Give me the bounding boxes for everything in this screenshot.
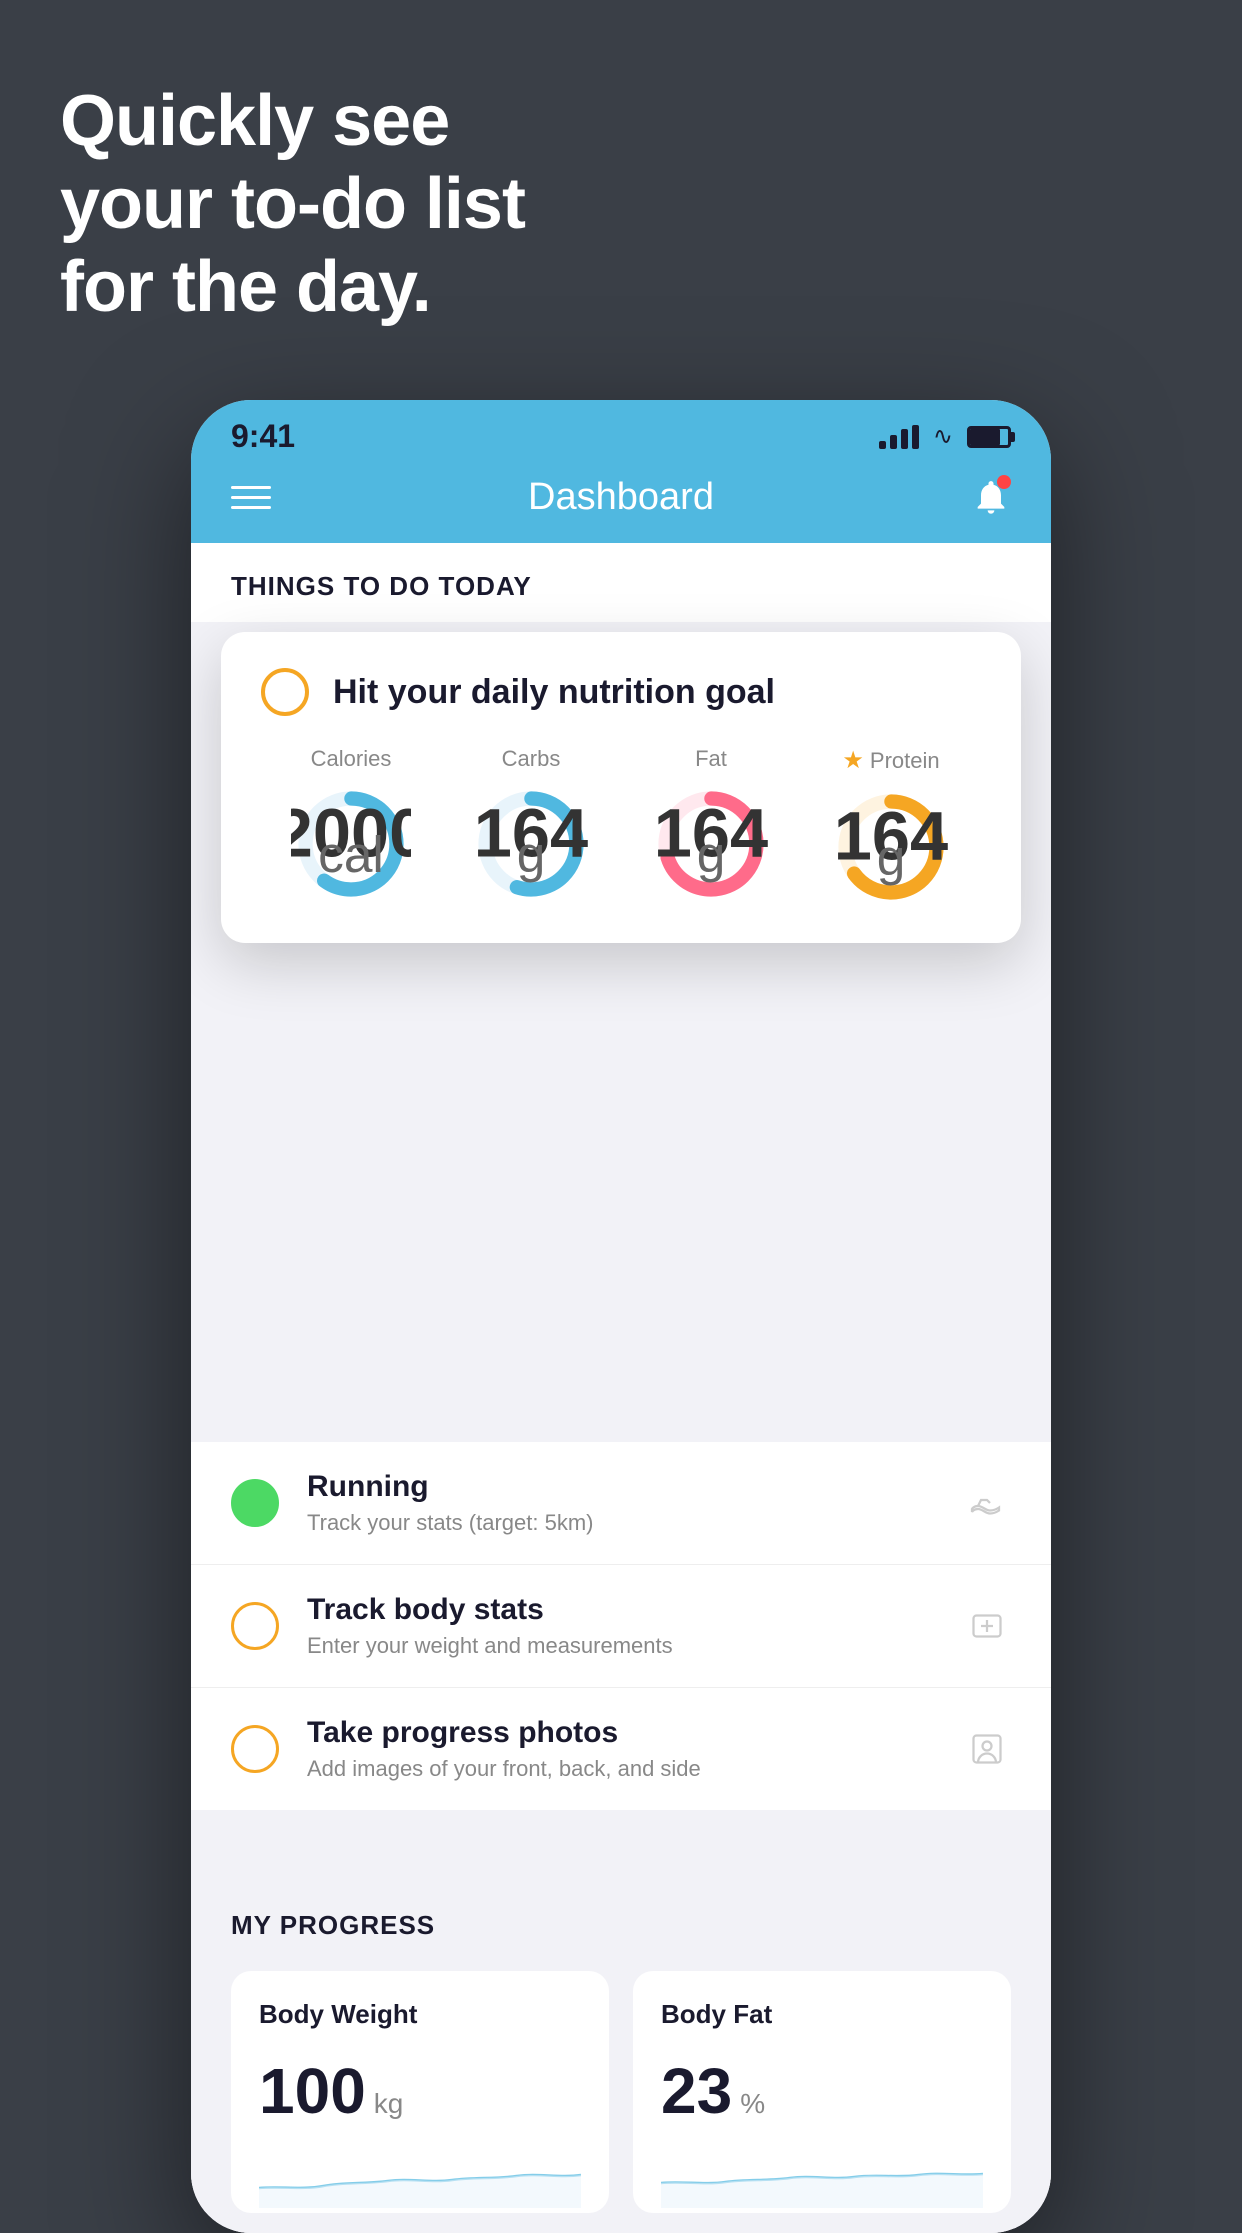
carbs-donut: 164 g bbox=[471, 784, 591, 904]
app-content: THINGS TO DO TODAY Hit your daily nutrit… bbox=[191, 543, 1051, 2233]
body-stats-checkbox[interactable] bbox=[231, 1602, 279, 1650]
card-title: Hit your daily nutrition goal bbox=[333, 673, 775, 712]
body-stats-text: Track body stats Enter your weight and m… bbox=[307, 1593, 935, 1659]
body-weight-chart bbox=[259, 2148, 581, 2208]
things-title: THINGS TO DO TODAY bbox=[231, 571, 1011, 602]
svg-text:g: g bbox=[877, 828, 906, 886]
list-item-running[interactable]: Running Track your stats (target: 5km) bbox=[191, 1442, 1051, 1565]
running-checkbox[interactable] bbox=[231, 1479, 279, 1527]
hero-text: Quickly see your to-do list for the day. bbox=[60, 80, 525, 328]
photos-text: Take progress photos Add images of your … bbox=[307, 1716, 935, 1782]
hamburger-menu[interactable] bbox=[231, 486, 271, 509]
svg-text:cal: cal bbox=[318, 825, 384, 883]
fat-donut: 164 g bbox=[651, 784, 771, 904]
nav-bar: Dashboard bbox=[191, 465, 1051, 543]
body-weight-value: 100 kg bbox=[259, 2054, 581, 2128]
body-fat-num: 23 bbox=[661, 2054, 732, 2128]
body-fat-chart bbox=[661, 2148, 983, 2208]
photos-checkbox[interactable] bbox=[231, 1725, 279, 1773]
nutrition-protein: ★ Protein 164 g bbox=[831, 746, 951, 907]
running-title: Running bbox=[307, 1470, 935, 1504]
calories-label: Calories bbox=[311, 746, 392, 772]
carbs-label: Carbs bbox=[502, 746, 561, 772]
calories-donut: 2000 cal bbox=[291, 784, 411, 904]
list-item-photos[interactable]: Take progress photos Add images of your … bbox=[191, 1688, 1051, 1810]
bell-icon[interactable] bbox=[971, 475, 1011, 519]
notification-dot bbox=[997, 475, 1011, 489]
status-icons: ∿ bbox=[879, 422, 1011, 451]
battery-icon bbox=[967, 426, 1011, 448]
body-weight-card-title: Body Weight bbox=[259, 1999, 581, 2030]
fat-label: Fat bbox=[695, 746, 727, 772]
card-header: Hit your daily nutrition goal bbox=[261, 668, 981, 716]
body-stats-subtitle: Enter your weight and measurements bbox=[307, 1633, 935, 1659]
body-stats-title: Track body stats bbox=[307, 1593, 935, 1627]
running-subtitle: Track your stats (target: 5km) bbox=[307, 1510, 935, 1536]
nutrition-calories: Calories 2000 cal bbox=[291, 746, 411, 904]
body-fat-card-title: Body Fat bbox=[661, 1999, 983, 2030]
body-weight-unit: kg bbox=[374, 2088, 404, 2120]
progress-section: MY PROGRESS Body Weight 100 kg B bbox=[191, 1870, 1051, 2233]
nutrition-card: Hit your daily nutrition goal Calories 2… bbox=[221, 632, 1021, 943]
body-fat-card: Body Fat 23 % bbox=[633, 1971, 1011, 2213]
portrait-icon bbox=[963, 1725, 1011, 1773]
progress-cards: Body Weight 100 kg Body Fat 23 % bbox=[231, 1971, 1011, 2213]
status-time: 9:41 bbox=[231, 418, 295, 455]
nutrition-row: Calories 2000 cal Carbs bbox=[261, 746, 981, 907]
things-header: THINGS TO DO TODAY bbox=[191, 543, 1051, 622]
list-item-body-stats[interactable]: Track body stats Enter your weight and m… bbox=[191, 1565, 1051, 1688]
body-weight-card: Body Weight 100 kg bbox=[231, 1971, 609, 2213]
protein-label: ★ Protein bbox=[842, 746, 939, 775]
wifi-icon: ∿ bbox=[933, 422, 953, 451]
nav-title: Dashboard bbox=[528, 476, 714, 519]
todo-list: Running Track your stats (target: 5km) T… bbox=[191, 1442, 1051, 1810]
body-fat-value: 23 % bbox=[661, 2054, 983, 2128]
protein-donut: 164 g bbox=[831, 787, 951, 907]
nutrition-fat: Fat 164 g bbox=[651, 746, 771, 904]
shoe-icon bbox=[963, 1479, 1011, 1527]
svg-text:g: g bbox=[697, 825, 726, 883]
photos-subtitle: Add images of your front, back, and side bbox=[307, 1756, 935, 1782]
status-bar: 9:41 ∿ bbox=[191, 400, 1051, 465]
running-text: Running Track your stats (target: 5km) bbox=[307, 1470, 935, 1536]
photos-title: Take progress photos bbox=[307, 1716, 935, 1750]
svg-text:g: g bbox=[517, 825, 546, 883]
nutrition-carbs: Carbs 164 g bbox=[471, 746, 591, 904]
phone-mockup: 9:41 ∿ Dashboard bbox=[191, 400, 1051, 2233]
scale-icon bbox=[963, 1602, 1011, 1650]
body-weight-num: 100 bbox=[259, 2054, 366, 2128]
body-fat-unit: % bbox=[740, 2088, 765, 2120]
progress-title: MY PROGRESS bbox=[231, 1910, 1011, 1941]
star-icon: ★ bbox=[842, 746, 864, 775]
todo-radio-nutrition[interactable] bbox=[261, 668, 309, 716]
signal-icon bbox=[879, 425, 919, 449]
